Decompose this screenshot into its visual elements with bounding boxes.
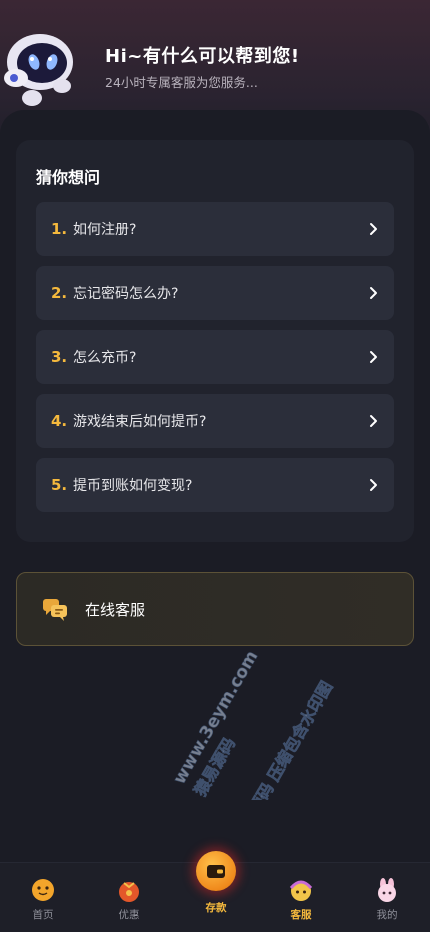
online-service-label: 在线客服 [85, 600, 146, 619]
tab-service[interactable]: 客服 [258, 863, 344, 932]
faq-item-2[interactable]: 2. 忘记密码怎么办? [36, 266, 394, 320]
robot-mascot-icon [4, 34, 73, 106]
deposit-button[interactable] [196, 851, 236, 891]
tab-label: 优惠 [118, 909, 140, 921]
tab-deposit-label: 存款 [205, 902, 227, 914]
faq-item-label: 游戏结束后如何提币? [73, 414, 207, 430]
faq-item-3[interactable]: 3. 怎么充币? [36, 330, 394, 384]
online-service-button[interactable]: 在线客服 [16, 572, 414, 646]
home-ball-icon [32, 879, 54, 901]
tab-home[interactable]: 首页 [0, 863, 86, 932]
tab-mine[interactable]: 我的 [344, 863, 430, 932]
faq-item-1[interactable]: 1. 如何注册? [36, 202, 394, 256]
gift-bag-icon [119, 882, 139, 902]
faq-item-number: 1. [51, 220, 68, 238]
chevron-right-icon [370, 287, 377, 299]
faq-item-number: 4. [51, 412, 68, 430]
header: Hi~有什么可以帮到您! 24小时专属客服为您服务... [0, 0, 430, 120]
chevron-right-icon [370, 351, 377, 363]
tab-label: 我的 [376, 909, 398, 921]
wallet-icon [207, 865, 225, 878]
faq-item-number: 3. [51, 348, 68, 366]
greeting-title: Hi~有什么可以帮到您! [105, 46, 300, 67]
tab-promotions[interactable]: 优惠 [86, 863, 172, 932]
faq-item-label: 怎么充币? [73, 350, 137, 366]
faq-item-4[interactable]: 4. 游戏结束后如何提币? [36, 394, 394, 448]
tab-label: 首页 [32, 909, 54, 921]
tab-label: 客服 [290, 909, 312, 921]
faq-title: 猜你想问 [36, 168, 101, 187]
bunny-icon [378, 878, 396, 902]
faq-item-number: 5. [51, 476, 68, 494]
faq-item-label: 如何注册? [73, 222, 137, 238]
chevron-right-icon [370, 415, 377, 427]
faq-item-label: 提币到账如何变现? [73, 478, 193, 494]
greeting-subtitle: 24小时专属客服为您服务... [105, 75, 258, 90]
chevron-right-icon [370, 223, 377, 235]
chevron-right-icon [370, 479, 377, 491]
support-mascot-icon [289, 880, 313, 901]
faq-card: 猜你想问 1. 如何注册? 2. 忘记密码怎么办? 3. 怎么充币? 4. 游戏… [16, 140, 414, 542]
faq-item-number: 2. [51, 284, 68, 302]
faq-item-5[interactable]: 5. 提币到账如何变现? [36, 458, 394, 512]
faq-item-label: 忘记密码怎么办? [73, 286, 179, 302]
chat-bubbles-icon [43, 599, 67, 621]
